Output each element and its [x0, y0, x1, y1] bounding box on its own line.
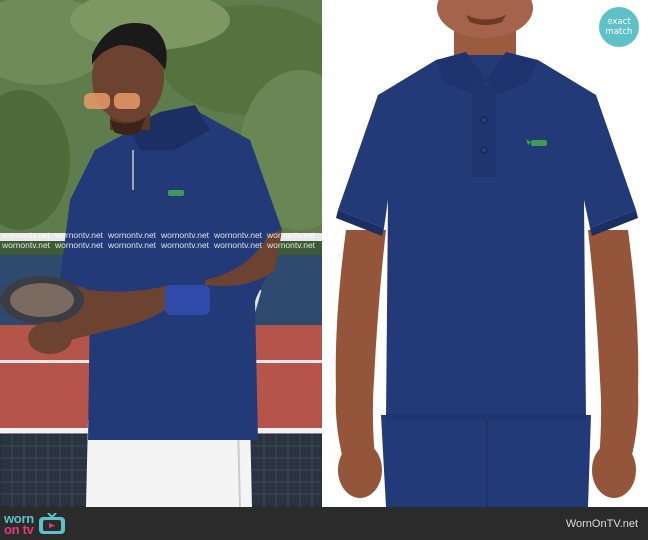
tv-icon — [38, 512, 65, 534]
footer-site-link[interactable]: WornOnTV.net — [566, 518, 638, 530]
tv-still-photo: wornontv.net wornontv.net wornontv.net w… — [0, 0, 322, 507]
watermark-repeat: wornontv.net — [107, 240, 157, 250]
watermark-repeat: wornontv.net — [213, 240, 263, 250]
footer-bar: worn on tv WornOnTV.net — [0, 507, 648, 540]
watermark-repeat: wornontv.net — [54, 240, 104, 250]
watermark-repeat: wornontv.net — [266, 230, 316, 240]
watermark-text: wornontv.net — [1, 230, 51, 240]
wornontv-logo[interactable]: worn on tv — [4, 512, 66, 537]
watermark-repeat: wornontv.net — [160, 240, 210, 250]
product-collage: wornontv.net wornontv.net wornontv.net w… — [0, 0, 648, 540]
watermark-repeat: wornontv.net — [54, 230, 104, 240]
watermark-repeat: wornontv.net — [213, 230, 263, 240]
badge-line-1: exact — [607, 17, 631, 27]
product-photo[interactable] — [326, 0, 648, 507]
watermark-repeat: wornontv.net — [160, 230, 210, 240]
logo-ontv-text: on tv — [4, 521, 34, 537]
watermark-repeat: wornontv.net — [1, 240, 51, 250]
watermark-repeat: wornontv.net — [266, 240, 316, 250]
exact-match-badge: exact match — [599, 7, 639, 47]
watermark-repeat: wornontv.net — [107, 230, 157, 240]
badge-line-2: match — [605, 27, 633, 37]
